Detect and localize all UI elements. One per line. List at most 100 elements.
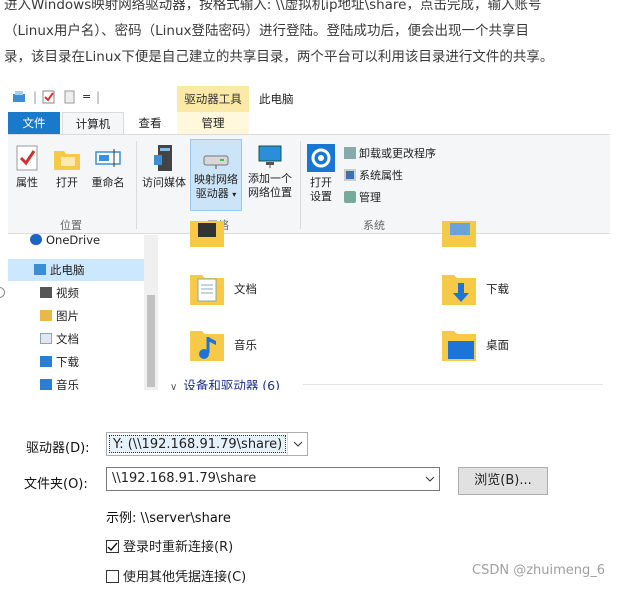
rename-button[interactable]: 重命名 (88, 143, 128, 190)
new-folder-qat-icon[interactable] (64, 90, 76, 107)
section-divider (303, 384, 603, 385)
ribbon-separator (136, 141, 137, 229)
open-button[interactable]: 打开 (52, 143, 82, 190)
qat-divider: | (33, 90, 38, 104)
article-line-3: 录，该目录在Linux下便是自己建立的共享目录，两个平台可以利用该目录进行文件的… (4, 49, 554, 65)
folder-combo-value: \\192.168.91.79\share (112, 471, 257, 486)
tab-computer[interactable]: 计算机 (62, 112, 124, 134)
nav-item-this-pc[interactable]: 此电脑 (8, 259, 144, 281)
qat-customize-icon[interactable]: = (82, 90, 91, 103)
nav-item-downloads[interactable]: 下载 (40, 351, 79, 373)
access-media-label: 访问媒体 (142, 176, 186, 189)
rename-label: 重命名 (91, 176, 125, 189)
open-settings-label-1: 打开 (310, 176, 332, 189)
reconnect-checkbox[interactable]: 登录时重新连接(R) (106, 536, 233, 555)
properties-button[interactable]: 属性 (12, 143, 42, 190)
open-settings-label-2: 设置 (310, 190, 332, 203)
open-settings-button[interactable]: 打开 设置 (304, 143, 338, 204)
folder-documents-label: 文档 (234, 282, 257, 296)
ribbon-tabs: 文件 计算机 查看 管理 (8, 112, 610, 134)
music-folder-icon (190, 331, 224, 361)
nav-item-onedrive[interactable]: OneDrive (30, 229, 100, 251)
other-credentials-checkbox[interactable]: 使用其他凭据连接(C) (106, 566, 246, 585)
music-icon (40, 379, 52, 390)
article-text: 进入Windows映射网络驱动器，按格式输入: \\虚拟机ip地址\share，… (4, 0, 629, 70)
properties-qat-icon[interactable] (42, 90, 56, 107)
system-group-label: 系统 (363, 219, 385, 232)
nav-item-pictures[interactable]: 图片 (40, 305, 79, 327)
downloads-folder-icon (442, 275, 476, 305)
reconnect-label: 登录时重新连接(R) (123, 540, 234, 555)
ribbon: 属性 打开 重命名 位置 访问媒体 映射网络 驱动器 ▾ 添加一个 网络位置 网… (8, 134, 610, 234)
map-drive-label-2: 驱动器 ▾ (195, 187, 237, 200)
open-label: 打开 (56, 176, 78, 189)
manage-button[interactable]: 管理 (344, 189, 381, 205)
chevron-down-icon[interactable] (421, 468, 439, 490)
chevron-down-icon: ∨ (170, 382, 178, 390)
checkbox-checked-icon[interactable] (106, 540, 119, 553)
folder-desktop[interactable]: 桌面 (440, 325, 560, 365)
drive-label: 驱动器(D): (26, 441, 90, 456)
navigation-pane: OneDrive 此电脑 视频 图片 文档 下载 音乐 (8, 233, 144, 390)
nav-item-video[interactable]: 视频 (40, 282, 79, 304)
checkbox-unchecked-icon[interactable] (106, 570, 119, 583)
content-pane: 文档 下载 音乐 桌面 ∨ 设备和驱动器 (6) (158, 221, 610, 390)
desktop-folder-icon (442, 331, 476, 361)
folder-downloads[interactable]: 下载 (440, 269, 560, 309)
article-line-2: （Linux用户名）、密码（Linux登陆密码）进行登陆。登陆成功后，便会出现一… (4, 23, 529, 39)
video-icon (40, 287, 52, 298)
folder-pictures-partial[interactable] (440, 221, 480, 251)
documents-icon (40, 333, 52, 344)
map-network-drive-button[interactable]: 映射网络 驱动器 ▾ (190, 139, 242, 211)
devices-and-drives-header[interactable]: ∨ 设备和驱动器 (6) (170, 375, 280, 390)
programs-icon (344, 147, 356, 159)
system-properties-button[interactable]: 系统属性 (344, 167, 403, 183)
explorer-app-icon (12, 90, 28, 107)
add-location-label-2: 网络位置 (248, 186, 292, 199)
folder-music[interactable]: 音乐 (188, 325, 308, 365)
drive-select-value: Y: (\\192.168.91.79\share) (109, 435, 287, 453)
pictures-icon (40, 310, 52, 321)
access-media-button[interactable]: 访问媒体 (140, 143, 188, 190)
folder-music-label: 音乐 (234, 338, 257, 352)
folder-icon (190, 221, 224, 247)
scrollbar-thumb[interactable] (147, 295, 155, 387)
page-margin-marker (0, 287, 5, 298)
add-network-location-button[interactable]: 添加一个 网络位置 (244, 143, 296, 200)
tab-view[interactable]: 查看 (128, 112, 172, 134)
folder-desktop-label: 桌面 (486, 338, 509, 352)
example-text: 示例: \\server\share (106, 511, 231, 526)
cloud-icon (30, 234, 42, 245)
csdn-watermark: CSDN @zhuimeng_6 (472, 563, 606, 578)
uninstall-programs-button[interactable]: 卸载或更改程序 (344, 145, 436, 161)
map-drive-label-1: 映射网络 (194, 173, 238, 186)
folder-label: 文件夹(O): (24, 477, 88, 492)
folder-video-partial[interactable] (188, 221, 228, 251)
folder-icon (442, 221, 476, 247)
chevron-down-icon[interactable] (287, 433, 307, 455)
browse-button[interactable]: 浏览(B)... (458, 467, 548, 495)
open-folder-icon (54, 151, 80, 170)
qat-divider: | (96, 90, 101, 104)
nav-scrollbar[interactable] (144, 235, 158, 390)
computer-management-icon (344, 191, 356, 203)
documents-folder-icon (190, 275, 224, 305)
tab-manage[interactable]: 管理 (177, 112, 249, 134)
media-server-icon (154, 145, 172, 171)
tab-file[interactable]: 文件 (8, 112, 60, 134)
drive-select[interactable]: Y: (\\192.168.91.79\share) (106, 432, 308, 456)
download-icon (40, 356, 52, 367)
ribbon-separator (300, 141, 301, 229)
folder-documents[interactable]: 文档 (188, 269, 308, 309)
properties-icon (16, 145, 38, 171)
folder-combo-input[interactable]: \\192.168.91.79\share (106, 467, 440, 491)
nav-item-music[interactable]: 音乐 (40, 374, 79, 390)
nav-item-documents[interactable]: 文档 (40, 328, 79, 350)
other-credentials-label: 使用其他凭据连接(C) (123, 570, 247, 585)
window-title: 此电脑 (259, 92, 294, 106)
network-drive-icon (203, 155, 229, 169)
folder-downloads-label: 下载 (486, 282, 509, 296)
system-properties-icon (344, 169, 356, 181)
article-line-1: 进入Windows映射网络驱动器，按格式输入: \\虚拟机ip地址\share，… (4, 0, 542, 13)
settings-gear-icon (307, 144, 335, 172)
